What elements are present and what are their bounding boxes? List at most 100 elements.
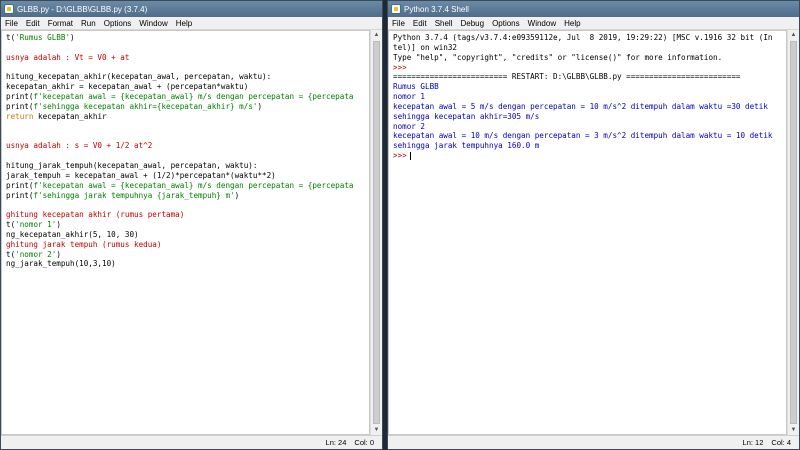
shell-window: Python 3.7.4 Shell File Edit Shell Debug…	[387, 0, 800, 450]
code-token: 'nomor 1'	[15, 220, 57, 230]
code-token: sehingga kecepatan akhir=305 m/s	[393, 111, 540, 121]
code-token: kecepatan_akhir = kecepatan_awal + (perc…	[6, 82, 249, 92]
shell-scrollbar[interactable]: ▲ ▼	[787, 30, 799, 435]
code-token: ng_jarak_tempuh(10,3,10)	[6, 259, 116, 269]
code-token: tel)] on win32	[393, 42, 458, 52]
editor-scrollbar[interactable]: ▲ ▼	[370, 30, 382, 435]
code-token: hitung_kecepatan_akhir(kecepatan_awal, p…	[6, 72, 272, 82]
code-token: )	[234, 190, 240, 200]
code-line: nomor 1	[393, 92, 782, 102]
menu-help[interactable]: Help	[176, 19, 192, 28]
menu-format[interactable]: Format	[48, 19, 73, 28]
code-token: )	[56, 249, 61, 259]
shell-titlebar[interactable]: Python 3.7.4 Shell	[388, 1, 799, 17]
editor-titlebar[interactable]: GLBB.py - D:\GLBB\GLBB.py (3.7.4)	[1, 1, 382, 17]
line-number: Ln: 12	[742, 438, 764, 447]
code-line: return kecepatan_akhir	[6, 112, 365, 122]
code-line: print(f'kecepatan awal = {kecepatan_awal…	[6, 181, 365, 191]
editor-title: GLBB.py - D:\GLBB\GLBB.py (3.7.4)	[17, 4, 148, 14]
code-token: print(	[6, 190, 34, 200]
code-line: ghitung jarak tempuh (rumus kedua)	[6, 240, 365, 250]
code-line: kecepatan awal = 10 m/s dengan percepata…	[393, 131, 782, 141]
code-line: t('Rumus GLBB')	[6, 33, 365, 43]
code-token: t(	[6, 249, 16, 259]
scroll-down-icon[interactable]: ▼	[788, 425, 799, 435]
code-token: Type "help", "copyright", "credits" or "…	[393, 52, 723, 62]
line-number: Ln: 24	[325, 438, 347, 447]
menu-debug[interactable]: Debug	[460, 19, 484, 28]
column-number: Col: 4	[771, 438, 791, 447]
menu-file[interactable]: File	[5, 19, 18, 28]
menu-window[interactable]: Window	[139, 19, 167, 28]
code-line: Python 3.7.4 (tags/v3.7.4:e09359112e, Ju…	[393, 33, 782, 43]
code-line: kecepatan_akhir = kecepatan_awal + (perc…	[6, 82, 365, 92]
code-line: usnya adalah : s = V0 + 1/2 at^2	[6, 141, 365, 151]
scroll-thumb[interactable]	[373, 41, 380, 424]
menu-file[interactable]: File	[392, 19, 405, 28]
menu-run[interactable]: Run	[81, 19, 96, 28]
menu-shell[interactable]: Shell	[435, 19, 453, 28]
menu-window[interactable]: Window	[528, 19, 556, 28]
code-line: hitung_jarak_tempuh(kecepatan_awal, perc…	[6, 161, 365, 171]
code-token: hitung_jarak_tempuh(kecepatan_awal, perc…	[6, 160, 258, 170]
editor-statusbar: Ln: 24 Col: 0	[1, 435, 382, 449]
code-token: ========================= RESTART: D:\GL…	[393, 72, 741, 82]
code-line: hitung_kecepatan_akhir(kecepatan_awal, p…	[6, 72, 365, 82]
code-token: sehingga jarak tempuhnya 160.0 m	[393, 141, 540, 151]
shell-title: Python 3.7.4 Shell	[404, 4, 469, 14]
code-token: f'sehingga kecepatan akhir={kecepatan_ak…	[33, 101, 258, 111]
code-token: f'kecepatan awal = {kecepatan_awal} m/s …	[33, 180, 354, 190]
menu-help[interactable]: Help	[564, 19, 580, 28]
editor-window: GLBB.py - D:\GLBB\GLBB.py (3.7.4) File E…	[0, 0, 383, 450]
code-token: kecepatan awal = 5 m/s dengan percepatan…	[393, 101, 768, 111]
code-token: >>>	[393, 62, 407, 72]
code-token: kecepatan_akhir	[33, 111, 107, 121]
code-line: Rumus GLBB	[393, 82, 782, 92]
menu-edit[interactable]: Edit	[413, 19, 427, 28]
code-token: return	[6, 111, 34, 121]
code-line: sehingga jarak tempuhnya 160.0 m	[393, 141, 782, 151]
text-cursor	[409, 152, 411, 161]
code-line: ng_jarak_tempuh(10,3,10)	[6, 259, 365, 269]
scroll-down-icon[interactable]: ▼	[371, 425, 382, 435]
code-line: t('nomor 1')	[6, 220, 365, 230]
code-token: ng_kecepatan_akhir(5, 10, 30)	[6, 229, 139, 239]
code-editor[interactable]: t('Rumus GLBB') usnya adalah : Vt = V0 + …	[1, 30, 370, 435]
menu-options[interactable]: Options	[492, 19, 520, 28]
editor-menubar: File Edit Format Run Options Window Help	[1, 17, 382, 30]
scroll-up-icon[interactable]: ▲	[788, 30, 799, 40]
code-token: ghitung jarak tempuh (rumus kedua)	[6, 239, 162, 249]
code-token: print(	[6, 92, 34, 102]
code-line: >>>	[393, 151, 782, 161]
code-line: t('nomor 2')	[6, 250, 365, 260]
menu-options[interactable]: Options	[104, 19, 132, 28]
code-line: ========================= RESTART: D:\GL…	[393, 72, 782, 82]
shell-output[interactable]: Python 3.7.4 (tags/v3.7.4:e09359112e, Ju…	[388, 30, 787, 435]
code-token: print(	[6, 180, 34, 190]
code-line: print(f'sehingga kecepatan akhir={kecepa…	[6, 102, 365, 112]
code-line: print(f'kecepatan awal = {kecepatan_awal…	[6, 92, 365, 102]
code-line: ng_kecepatan_akhir(5, 10, 30)	[6, 230, 365, 240]
code-token: kecepatan awal = 10 m/s dengan percepata…	[393, 131, 773, 141]
code-line: tel)] on win32	[393, 43, 782, 53]
code-token: Python 3.7.4 (tags/v3.7.4:e09359112e, Ju…	[393, 33, 773, 42]
python-file-icon	[4, 4, 14, 14]
shell-statusbar: Ln: 12 Col: 4	[388, 435, 799, 449]
code-line: >>>	[393, 63, 782, 73]
code-token: f'kecepatan awal = {kecepatan_awal} m/s …	[33, 92, 354, 102]
menu-edit[interactable]: Edit	[26, 19, 40, 28]
scroll-up-icon[interactable]: ▲	[371, 30, 382, 40]
code-token: nomor 1	[393, 92, 426, 102]
code-line: jarak_tempuh = kecepatan_awal + (1/2)*pe…	[6, 171, 365, 181]
code-token: usnya adalah : s = V0 + 1/2 at^2	[6, 141, 153, 151]
code-token: Rumus GLBB	[393, 82, 439, 92]
code-token: 'nomor 2'	[15, 249, 57, 259]
code-line: usnya adalah : Vt = V0 + at	[6, 53, 365, 63]
scroll-thumb[interactable]	[790, 41, 797, 424]
code-line: sehingga kecepatan akhir=305 m/s	[393, 112, 782, 122]
python-shell-icon	[391, 4, 401, 14]
